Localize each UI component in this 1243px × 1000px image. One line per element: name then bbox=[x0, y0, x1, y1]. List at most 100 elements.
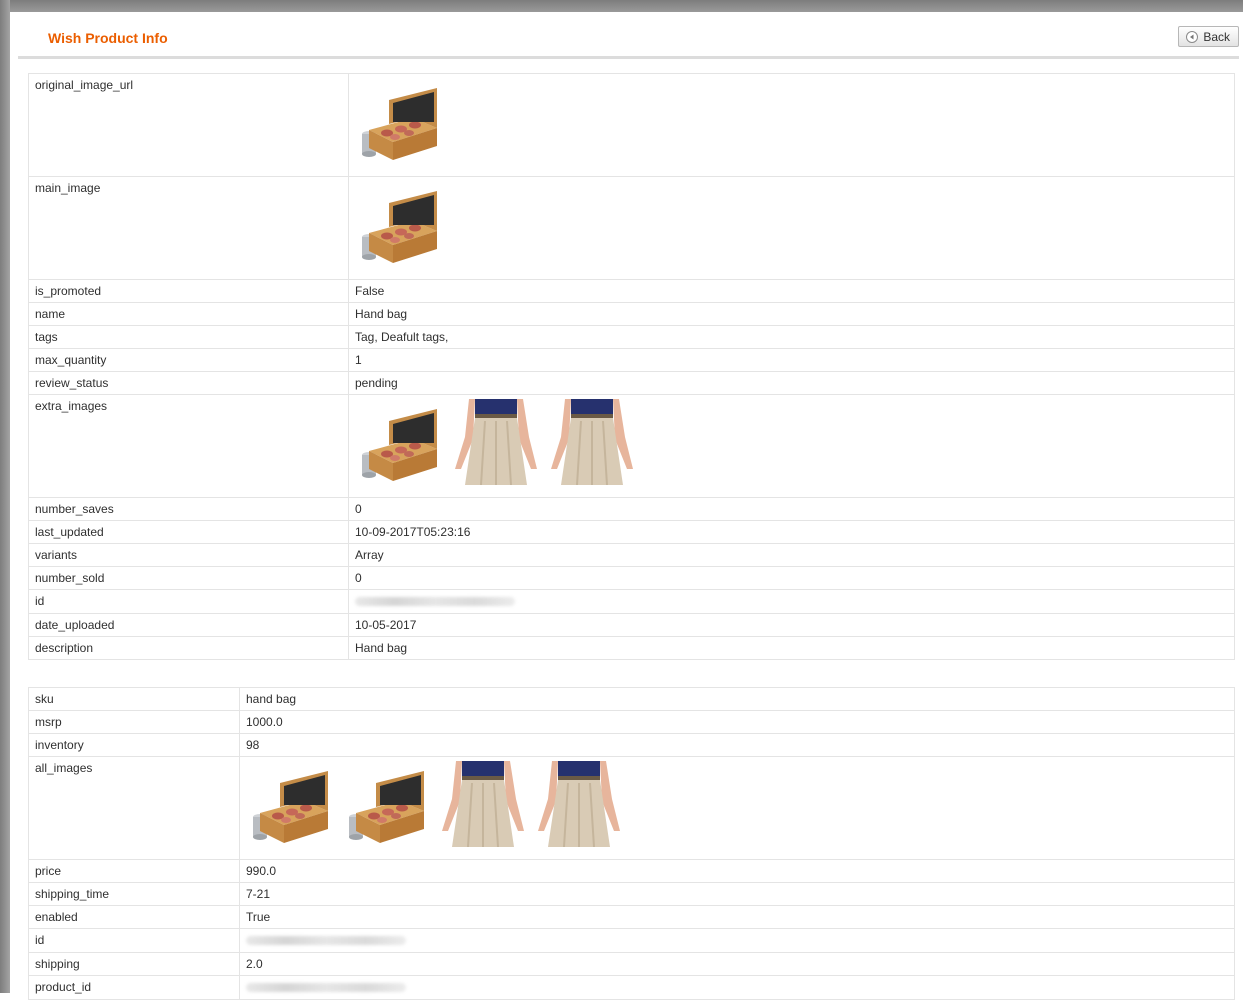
field-label: product_id bbox=[28, 975, 240, 1000]
field-value: pending bbox=[348, 371, 1235, 395]
product-image-weight-box[interactable] bbox=[355, 181, 443, 267]
field-label: date_uploaded bbox=[28, 613, 349, 637]
field-label: main_image bbox=[28, 176, 349, 280]
field-label: msrp bbox=[28, 710, 240, 734]
field-value: 0 bbox=[348, 497, 1235, 521]
product-image-weight-box[interactable] bbox=[342, 761, 430, 847]
redacted-value bbox=[246, 983, 406, 992]
product-info-table: original_image_url main_image is_promoted F… bbox=[28, 73, 1235, 660]
table-row: original_image_url bbox=[28, 73, 1235, 177]
table-row: id bbox=[28, 928, 1235, 953]
table-row: product_id bbox=[28, 975, 1235, 1000]
field-label: max_quantity bbox=[28, 348, 349, 372]
field-label: tags bbox=[28, 325, 349, 349]
image-thumbnails bbox=[355, 177, 1228, 267]
product-image-weight-box[interactable] bbox=[355, 78, 443, 164]
back-button-label: Back bbox=[1203, 29, 1230, 44]
redacted-value bbox=[355, 597, 515, 606]
field-label: all_images bbox=[28, 756, 240, 860]
field-value: hand bag bbox=[239, 687, 1235, 711]
field-label: id bbox=[28, 589, 349, 614]
field-label: sku bbox=[28, 687, 240, 711]
field-label: shipping bbox=[28, 952, 240, 976]
image-thumbnails bbox=[246, 757, 1228, 847]
field-value: 98 bbox=[239, 733, 1235, 757]
table-row: price 990.0 bbox=[28, 859, 1235, 883]
field-value: 1000.0 bbox=[239, 710, 1235, 734]
field-value bbox=[348, 73, 1235, 177]
table-row: max_quantity 1 bbox=[28, 348, 1235, 372]
field-label: number_saves bbox=[28, 497, 349, 521]
field-label: shipping_time bbox=[28, 882, 240, 906]
field-label: extra_images bbox=[28, 394, 349, 498]
field-label: id bbox=[28, 928, 240, 953]
field-label: last_updated bbox=[28, 520, 349, 544]
image-thumbnails bbox=[355, 74, 1228, 164]
variant-info-table: sku hand bag msrp 1000.0 inventory 98 all_imag… bbox=[28, 687, 1235, 1000]
field-value: Tag, Deafult tags, bbox=[348, 325, 1235, 349]
table-row: inventory 98 bbox=[28, 733, 1235, 757]
table-row: extra_images bbox=[28, 394, 1235, 498]
table-row: last_updated 10-09-2017T05:23:16 bbox=[28, 520, 1235, 544]
table-row: enabled True bbox=[28, 905, 1235, 929]
field-value: 2.0 bbox=[239, 952, 1235, 976]
table-row: number_sold 0 bbox=[28, 566, 1235, 590]
image-thumbnails bbox=[355, 395, 1228, 485]
field-value bbox=[348, 589, 1235, 614]
field-label: name bbox=[28, 302, 349, 326]
field-value: 990.0 bbox=[239, 859, 1235, 883]
redacted-value bbox=[246, 936, 406, 945]
back-arrow-icon bbox=[1186, 30, 1199, 43]
table-row: date_uploaded 10-05-2017 bbox=[28, 613, 1235, 637]
field-label: description bbox=[28, 636, 349, 660]
field-label: number_sold bbox=[28, 566, 349, 590]
back-button[interactable]: Back bbox=[1178, 26, 1239, 47]
field-value: False bbox=[348, 279, 1235, 303]
field-value bbox=[348, 176, 1235, 280]
table-row: msrp 1000.0 bbox=[28, 710, 1235, 734]
table-row: shipping_time 7-21 bbox=[28, 882, 1235, 906]
field-label: inventory bbox=[28, 733, 240, 757]
page-title: Wish Product Info bbox=[48, 30, 168, 46]
field-value: 10-05-2017 bbox=[348, 613, 1235, 637]
table-row: description Hand bag bbox=[28, 636, 1235, 660]
table-row: name Hand bag bbox=[28, 302, 1235, 326]
field-value: 0 bbox=[348, 566, 1235, 590]
field-value bbox=[239, 756, 1235, 860]
table-row: sku hand bag bbox=[28, 687, 1235, 711]
field-value: 10-09-2017T05:23:16 bbox=[348, 520, 1235, 544]
window-frame-left bbox=[0, 0, 10, 993]
field-value bbox=[239, 975, 1235, 1000]
field-value bbox=[348, 394, 1235, 498]
table-row: all_images bbox=[28, 756, 1235, 860]
field-label: is_promoted bbox=[28, 279, 349, 303]
table-row: id bbox=[28, 589, 1235, 614]
table-row: review_status pending bbox=[28, 371, 1235, 395]
field-label: review_status bbox=[28, 371, 349, 395]
window-frame-top bbox=[0, 0, 1243, 12]
field-label: enabled bbox=[28, 905, 240, 929]
product-image-skirt[interactable] bbox=[547, 399, 635, 485]
product-image-skirt[interactable] bbox=[534, 761, 622, 847]
field-value: True bbox=[239, 905, 1235, 929]
product-image-weight-box[interactable] bbox=[355, 399, 443, 485]
table-row: shipping 2.0 bbox=[28, 952, 1235, 976]
page: Wish Product Info Back original_image_ur… bbox=[18, 16, 1239, 1000]
field-label: original_image_url bbox=[28, 73, 349, 177]
table-row: tags Tag, Deafult tags, bbox=[28, 325, 1235, 349]
field-value bbox=[239, 928, 1235, 953]
product-image-weight-box[interactable] bbox=[246, 761, 334, 847]
table-row: main_image bbox=[28, 176, 1235, 280]
field-value: 1 bbox=[348, 348, 1235, 372]
product-image-skirt[interactable] bbox=[438, 761, 526, 847]
field-value: Array bbox=[348, 543, 1235, 567]
table-row: variants Array bbox=[28, 543, 1235, 567]
field-label: variants bbox=[28, 543, 349, 567]
table-row: number_saves 0 bbox=[28, 497, 1235, 521]
product-image-skirt[interactable] bbox=[451, 399, 539, 485]
field-value: Hand bag bbox=[348, 302, 1235, 326]
field-value: 7-21 bbox=[239, 882, 1235, 906]
table-row: is_promoted False bbox=[28, 279, 1235, 303]
field-value: Hand bag bbox=[348, 636, 1235, 660]
field-label: price bbox=[28, 859, 240, 883]
